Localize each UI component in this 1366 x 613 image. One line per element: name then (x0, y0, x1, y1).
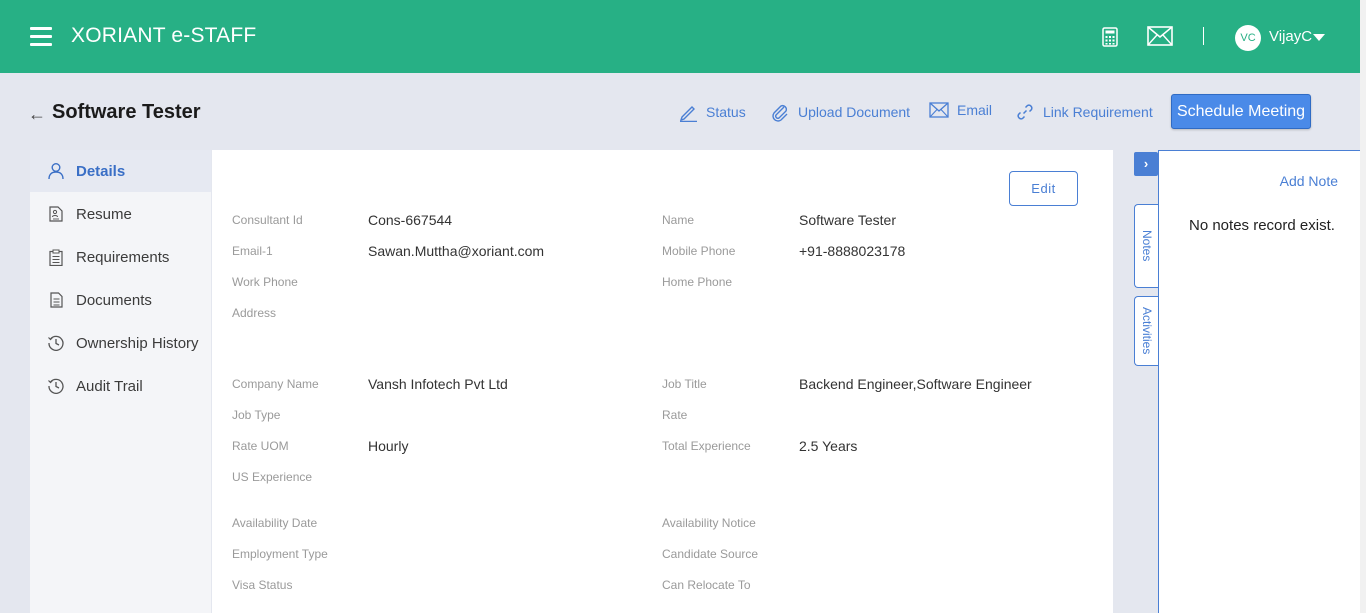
pencil-icon (678, 102, 698, 122)
sidebar-item-requirements[interactable]: Requirements (30, 236, 211, 278)
can-relocate-to-label: Can Relocate To (662, 578, 751, 592)
total-experience-value: 2.5 Years (799, 438, 858, 454)
rate-uom-label: Rate UOM (232, 439, 289, 453)
mobile-phone-label: Mobile Phone (662, 244, 736, 258)
consultant-id-value: Cons-667544 (368, 212, 453, 228)
user-name[interactable]: VijayC (1269, 28, 1312, 45)
availability-date-label: Availability Date (232, 516, 318, 530)
sidebar-item-resume[interactable]: Resume (30, 193, 211, 235)
employment-type-label: Employment Type (232, 547, 328, 561)
name-value: Software Tester (799, 212, 897, 228)
app-title: XORIANT e-STAFF (71, 24, 257, 47)
work-phone-label: Work Phone (232, 275, 298, 289)
schedule-meeting-button[interactable]: Schedule Meeting (1171, 94, 1311, 129)
mail-icon[interactable] (1147, 26, 1173, 51)
resume-icon (46, 206, 66, 222)
home-phone-label: Home Phone (662, 275, 733, 289)
add-note-link[interactable]: Add Note (1280, 173, 1338, 189)
job-title-value: Backend Engineer,Software Engineer (799, 376, 1032, 392)
sidebar-item-ownership-history[interactable]: Ownership History (30, 322, 211, 364)
menu-icon[interactable] (30, 27, 52, 47)
top-bar: XORIANT e-STAFF VC VijayC (0, 0, 1360, 73)
paperclip-icon (770, 102, 790, 122)
sidebar-item-label: Requirements (76, 248, 170, 266)
chevron-right-icon[interactable]: › (1134, 152, 1158, 176)
link-requirement-label: Link Requirement (1043, 104, 1153, 120)
tab-notes-label: Notes (1140, 230, 1154, 262)
upload-document-action[interactable]: Upload Document (770, 102, 910, 122)
status-action[interactable]: Status (678, 102, 746, 122)
sidebar: Details Resume Requirements Documents Ow… (30, 150, 211, 613)
avatar[interactable]: VC (1235, 25, 1261, 51)
envelope-icon (929, 102, 949, 118)
rate-uom-value: Hourly (368, 438, 409, 454)
email-label: Email (957, 102, 993, 118)
tab-activities-label: Activities (1140, 307, 1154, 355)
sidebar-item-label: Resume (76, 205, 132, 223)
status-label: Status (706, 104, 746, 120)
sidebar-item-label: Ownership History (76, 334, 199, 352)
sidebar-item-details[interactable]: Details (30, 150, 211, 192)
sidebar-item-label: Audit Trail (76, 377, 143, 395)
window-scrollbar[interactable] (1360, 0, 1366, 613)
notes-panel: Add Note No notes record exist. (1158, 150, 1360, 613)
availability-notice-label: Availability Notice (662, 516, 756, 530)
edit-button[interactable]: Edit (1009, 171, 1078, 206)
us-experience-label: US Experience (232, 470, 313, 484)
chevron-down-icon[interactable] (1313, 34, 1325, 41)
company-name-value: Vansh Infotech Pvt Ltd (368, 376, 508, 392)
history-icon (46, 377, 66, 395)
job-title-label: Job Title (662, 377, 707, 391)
name-label: Name (662, 213, 695, 227)
sidebar-item-documents[interactable]: Documents (30, 279, 211, 321)
header-divider (1203, 27, 1204, 45)
document-icon (46, 292, 66, 308)
company-name-label: Company Name (232, 377, 319, 391)
job-type-label: Job Type (232, 408, 281, 422)
visa-status-label: Visa Status (232, 578, 293, 592)
tab-activities[interactable]: Activities (1134, 296, 1159, 366)
email-action[interactable]: Email (929, 102, 992, 118)
sidebar-item-label: Documents (76, 291, 152, 309)
tab-notes[interactable]: Notes (1134, 204, 1159, 288)
link-icon (1015, 102, 1035, 122)
empty-notes-message: No notes record exist. (1189, 217, 1335, 234)
person-icon (46, 162, 66, 180)
back-arrow-icon[interactable]: ← (28, 104, 46, 125)
rate-label: Rate (662, 408, 688, 422)
email-1-value: Sawan.Muttha@xoriant.com (368, 243, 545, 259)
clipboard-icon (46, 249, 66, 266)
history-icon (46, 334, 66, 352)
consultant-id-label: Consultant Id (232, 213, 303, 227)
calculator-icon[interactable] (1102, 27, 1118, 52)
candidate-source-label: Candidate Source (662, 547, 759, 561)
sidebar-item-label: Details (76, 162, 126, 180)
total-experience-label: Total Experience (662, 439, 751, 453)
page-title: Software Tester (52, 101, 201, 123)
address-label: Address (232, 306, 277, 320)
sidebar-item-audit-trail[interactable]: Audit Trail (30, 365, 211, 407)
side-panel-tabs: › Notes Activities (1134, 150, 1159, 613)
link-requirement-action[interactable]: Link Requirement (1015, 102, 1153, 122)
email-1-label: Email-1 (232, 244, 273, 258)
mobile-phone-value: +91-8888023178 (799, 243, 906, 259)
upload-document-label: Upload Document (798, 104, 911, 120)
details-panel: Edit Consultant Id Cons-667544 Name Soft… (212, 150, 1113, 613)
